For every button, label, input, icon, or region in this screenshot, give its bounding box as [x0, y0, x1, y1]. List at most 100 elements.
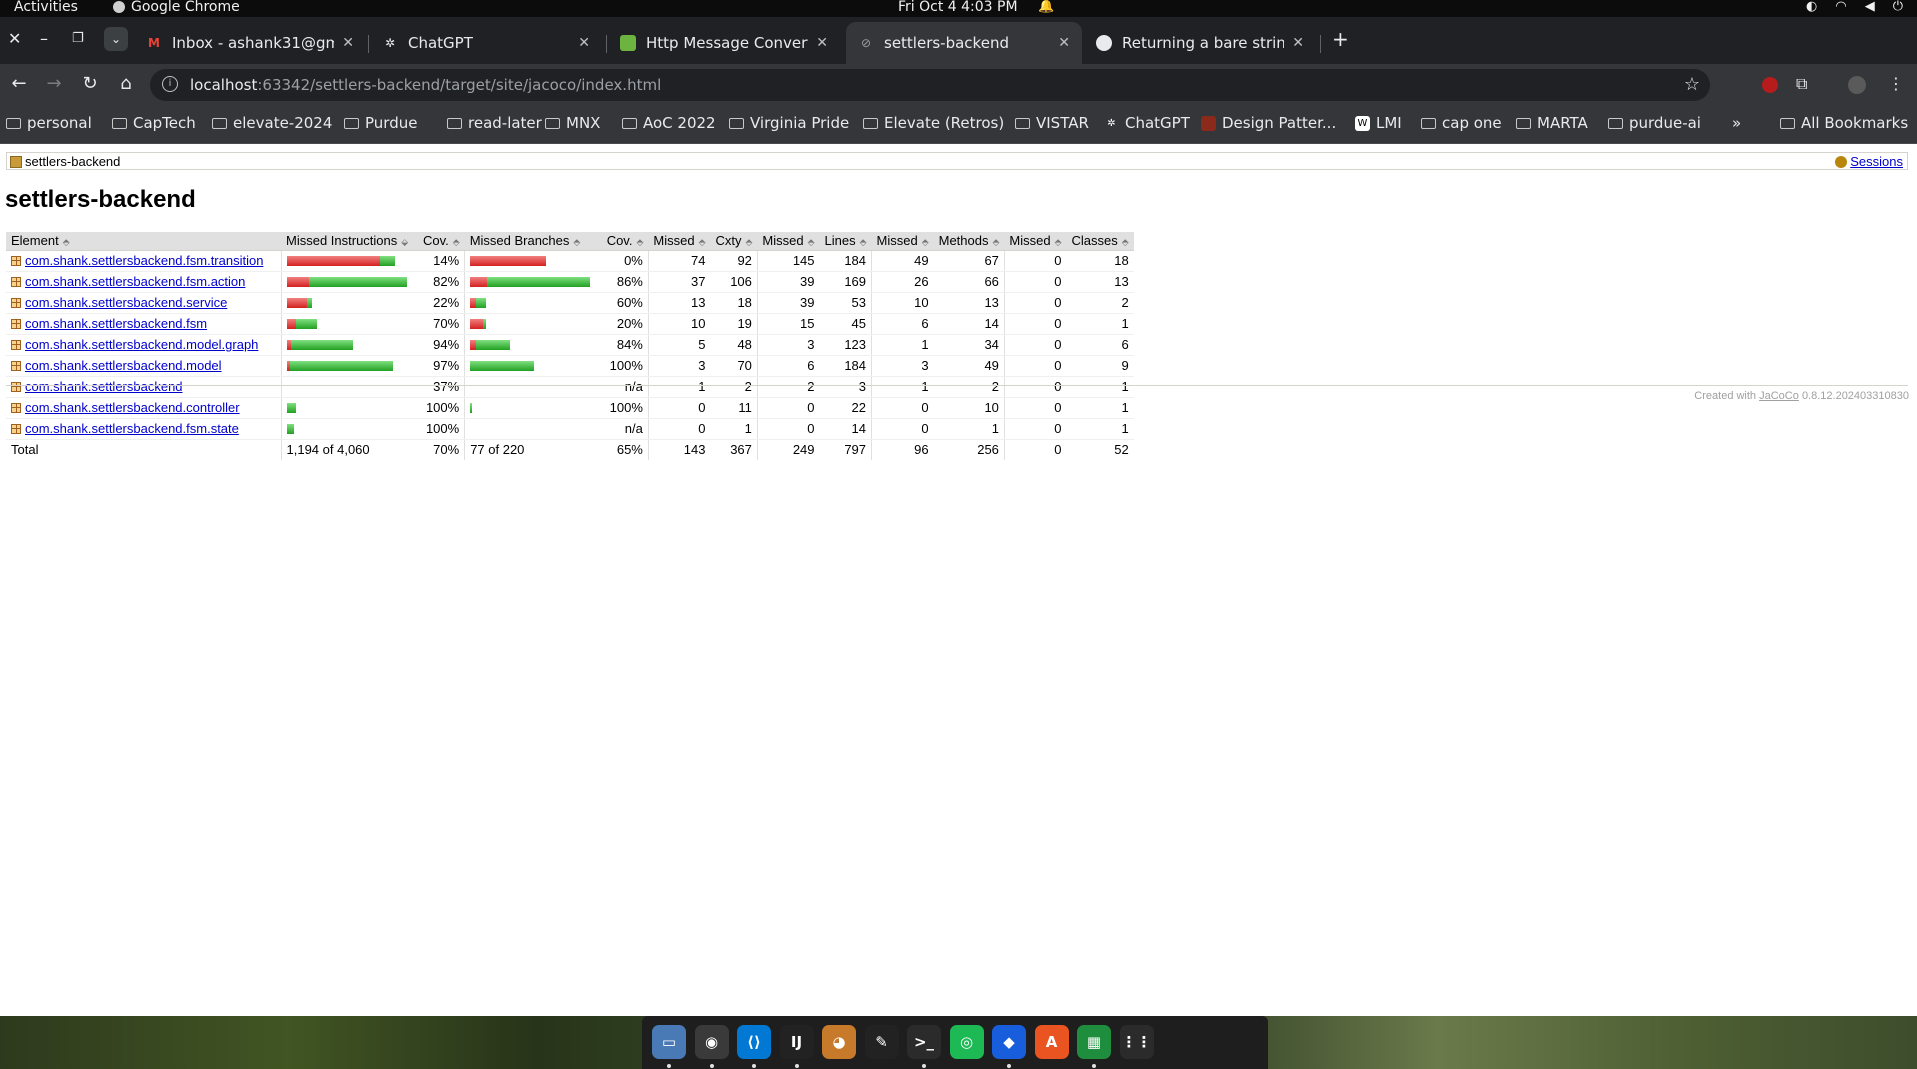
column-header-4[interactable]: Cov. ⬘ [601, 232, 649, 251]
bookmark-design-patter[interactable]: Design Patter... [1201, 114, 1336, 132]
extension-icon[interactable]: ◐ [1806, 0, 1817, 14]
app-menu[interactable]: Google Chrome [113, 0, 240, 15]
address-url[interactable]: localhost:63342/settlers-backend/target/… [190, 76, 661, 94]
column-header-6[interactable]: Cxty ⬘ [710, 232, 758, 251]
bookmark-read-later[interactable]: read-later [447, 114, 542, 132]
bookmark-vistar[interactable]: VISTAR [1015, 114, 1089, 132]
jacoco-link[interactable]: JaCoCo [1759, 390, 1799, 402]
close-window-icon[interactable]: ✕ [8, 29, 21, 48]
methods-total: 10 [933, 397, 1005, 419]
package-link[interactable]: com.shank.settlersbackend.fsm.action [25, 274, 245, 289]
bookmark-personal[interactable]: personal [6, 114, 92, 132]
site-info-icon[interactable]: i [162, 76, 178, 92]
package-link[interactable]: com.shank.settlersbackend.model [25, 358, 222, 373]
column-header-1[interactable]: Missed Instructions ⬙ [281, 232, 418, 251]
bookmark-captech[interactable]: CapTech [112, 114, 196, 132]
bitwarden-icon[interactable]: ◆ [992, 1025, 1026, 1059]
bookmark-virginia-pride[interactable]: Virginia Pride [729, 114, 849, 132]
clock[interactable]: Fri Oct 4 4:03 PM [898, 0, 1018, 15]
back-arrow-icon[interactable]: ← [7, 73, 31, 94]
minimize-window-icon[interactable]: – [40, 29, 48, 48]
intellij-icon[interactable]: IJ [779, 1025, 814, 1059]
package-link[interactable]: com.shank.settlersbackend [25, 379, 183, 394]
tab-returning-bare-string[interactable]: Returning a bare string r ✕ [1084, 22, 1316, 64]
bookmark-chatgpt[interactable]: ✲ ChatGPT [1104, 114, 1190, 132]
activities-button[interactable]: Activities [14, 0, 78, 15]
kebab-menu-icon[interactable]: ⋮ [1888, 74, 1904, 93]
package-icon [11, 381, 21, 392]
ublock-extension-icon[interactable] [1762, 77, 1778, 93]
close-tab-icon[interactable]: ✕ [342, 35, 354, 51]
inkscape-icon[interactable]: ✎ [864, 1025, 899, 1059]
tab-search-icon[interactable]: ⌄ [104, 27, 128, 51]
dog-app-icon[interactable]: ◕ [822, 1025, 856, 1059]
close-tab-icon[interactable]: ✕ [816, 35, 828, 51]
close-tab-icon[interactable]: ✕ [578, 35, 590, 51]
address-bar[interactable]: i localhost:63342/settlers-backend/targe… [150, 69, 1710, 101]
package-link[interactable]: com.shank.settlersbackend.fsm [25, 316, 207, 331]
column-header-7[interactable]: Missed ⬘ [757, 232, 820, 251]
tab-http-message-converter[interactable]: Http Message Converter ✕ [608, 22, 840, 64]
files-icon[interactable]: ▭ [652, 1025, 686, 1059]
bookmark-star-icon[interactable]: ☆ [1684, 74, 1700, 95]
terminal-icon[interactable]: >_ [907, 1025, 941, 1059]
bookmark-cap-one[interactable]: cap one [1421, 114, 1502, 132]
bookmark-purdue[interactable]: Purdue [344, 114, 417, 132]
extensions-puzzle-icon[interactable]: ⧉ [1796, 74, 1807, 94]
new-tab-plus-icon[interactable]: + [1332, 27, 1349, 51]
profile-avatar[interactable] [1848, 76, 1866, 94]
spotify-icon[interactable]: ◎ [949, 1025, 984, 1059]
sessions-link[interactable]: Sessions [1835, 154, 1903, 169]
column-header-10[interactable]: Methods ⬘ [933, 232, 1005, 251]
bookmark-purdue-ai[interactable]: purdue-ai [1608, 114, 1701, 132]
instructions-coverage: 97% [418, 355, 465, 377]
column-header-12[interactable]: Classes ⬘ [1066, 232, 1134, 251]
package-link[interactable]: com.shank.settlersbackend.fsm.state [25, 421, 239, 436]
column-header-11[interactable]: Missed ⬘ [1004, 232, 1067, 251]
column-header-2[interactable]: Cov. ⬘ [418, 232, 465, 251]
app-center-icon[interactable]: A [1034, 1025, 1069, 1059]
bell-icon[interactable]: 🔔 [1038, 0, 1054, 14]
bookmark-elevate-retros[interactable]: Elevate (Retros) [863, 114, 1004, 132]
package-link[interactable]: com.shank.settlersbackend.controller [25, 400, 240, 415]
bookmark-aoc-2022[interactable]: AoC 2022 [622, 114, 716, 132]
package-link[interactable]: com.shank.settlersbackend.service [25, 295, 227, 310]
element-cell: com.shank.settlersbackend.fsm.transition [6, 250, 281, 272]
app-grid-icon[interactable]: ⋮⋮ [1119, 1025, 1154, 1059]
power-icon[interactable]: ⏻ [1893, 0, 1903, 14]
vscode-icon[interactable]: ⟨⟩ [737, 1025, 771, 1059]
package-link[interactable]: com.shank.settlersbackend.model.graph [25, 337, 258, 352]
forward-arrow-icon[interactable]: → [42, 73, 66, 94]
close-tab-icon[interactable]: ✕ [1292, 35, 1304, 51]
system-tray[interactable]: ◐ ◠ ◀ ⏻ [1806, 0, 1903, 14]
chrome-icon[interactable]: ◉ [694, 1025, 729, 1059]
folder-icon [6, 117, 21, 129]
sheets-icon[interactable]: ▦ [1077, 1025, 1111, 1059]
bookmark-lmi[interactable]: W LMI [1355, 114, 1402, 132]
column-header-8[interactable]: Lines ⬘ [819, 232, 872, 251]
bookmark-mnx[interactable]: MNX [545, 114, 600, 132]
column-header-5[interactable]: Missed ⬘ [648, 232, 711, 251]
methods-total: 13 [933, 292, 1005, 314]
home-icon[interactable]: ⌂ [114, 73, 138, 94]
column-header-3[interactable]: Missed Branches ⬘ [464, 232, 602, 251]
column-header-9[interactable]: Missed ⬘ [871, 232, 934, 251]
bookmark-elevate-2024[interactable]: elevate-2024 [212, 114, 332, 132]
tab-chatgpt[interactable]: ✲ ChatGPT ✕ [370, 22, 602, 64]
wifi-icon[interactable]: ◠ [1835, 0, 1846, 14]
close-tab-icon[interactable]: ✕ [1058, 35, 1070, 51]
package-icon [11, 318, 21, 329]
tab-settlers-backend[interactable]: ⊘ settlers-backend ✕ [846, 22, 1082, 64]
volume-icon[interactable]: ◀ [1865, 0, 1875, 14]
restore-window-icon[interactable]: ❐ [72, 31, 84, 46]
more-bookmarks-chevron[interactable]: » [1732, 114, 1741, 132]
column-header-0[interactable]: Element ⬘ [6, 232, 281, 251]
bookmark-marta[interactable]: MARTA [1516, 114, 1588, 132]
reload-icon[interactable]: ↻ [78, 73, 102, 94]
all-bookmarks-button[interactable]: All Bookmarks [1780, 114, 1908, 132]
package-link[interactable]: com.shank.settlersbackend.fsm.transition [25, 253, 263, 268]
tab-inbox[interactable]: M Inbox - ashank31@gmail ✕ [134, 22, 366, 64]
methods-missed: 26 [871, 271, 934, 293]
classes-total: 1 [1066, 376, 1134, 398]
system-top-bar: Activities Google Chrome Fri Oct 4 4:03 … [0, 0, 1917, 17]
